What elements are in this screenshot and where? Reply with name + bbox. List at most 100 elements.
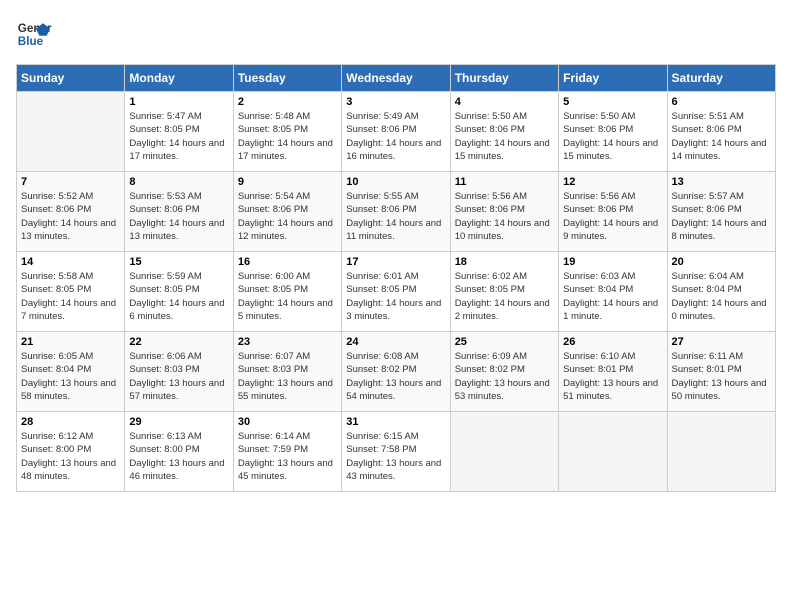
day-number: 14: [21, 256, 120, 268]
day-number: 21: [21, 336, 120, 348]
calendar-cell: [17, 92, 125, 172]
day-number: 30: [238, 416, 337, 428]
day-info: Sunrise: 6:10 AM Sunset: 8:01 PM Dayligh…: [563, 350, 662, 403]
day-info: Sunrise: 5:48 AM Sunset: 8:05 PM Dayligh…: [238, 110, 337, 163]
calendar-cell: 25 Sunrise: 6:09 AM Sunset: 8:02 PM Dayl…: [450, 332, 558, 412]
calendar-cell: 19 Sunrise: 6:03 AM Sunset: 8:04 PM Dayl…: [559, 252, 667, 332]
day-info: Sunrise: 6:13 AM Sunset: 8:00 PM Dayligh…: [129, 430, 228, 483]
day-number: 22: [129, 336, 228, 348]
day-info: Sunrise: 5:54 AM Sunset: 8:06 PM Dayligh…: [238, 190, 337, 243]
day-number: 4: [455, 96, 554, 108]
calendar-cell: 28 Sunrise: 6:12 AM Sunset: 8:00 PM Dayl…: [17, 412, 125, 492]
day-info: Sunrise: 5:50 AM Sunset: 8:06 PM Dayligh…: [455, 110, 554, 163]
day-number: 3: [346, 96, 445, 108]
calendar-cell: 7 Sunrise: 5:52 AM Sunset: 8:06 PM Dayli…: [17, 172, 125, 252]
logo: General Blue: [16, 16, 52, 52]
day-info: Sunrise: 5:49 AM Sunset: 8:06 PM Dayligh…: [346, 110, 445, 163]
day-info: Sunrise: 5:53 AM Sunset: 8:06 PM Dayligh…: [129, 190, 228, 243]
day-number: 5: [563, 96, 662, 108]
day-info: Sunrise: 6:04 AM Sunset: 8:04 PM Dayligh…: [672, 270, 771, 323]
day-info: Sunrise: 6:02 AM Sunset: 8:05 PM Dayligh…: [455, 270, 554, 323]
day-number: 19: [563, 256, 662, 268]
day-info: Sunrise: 6:07 AM Sunset: 8:03 PM Dayligh…: [238, 350, 337, 403]
calendar-cell: 23 Sunrise: 6:07 AM Sunset: 8:03 PM Dayl…: [233, 332, 341, 412]
svg-text:Blue: Blue: [18, 35, 44, 48]
day-number: 23: [238, 336, 337, 348]
day-info: Sunrise: 6:11 AM Sunset: 8:01 PM Dayligh…: [672, 350, 771, 403]
calendar-week-row: 28 Sunrise: 6:12 AM Sunset: 8:00 PM Dayl…: [17, 412, 776, 492]
day-info: Sunrise: 6:08 AM Sunset: 8:02 PM Dayligh…: [346, 350, 445, 403]
calendar-cell: [450, 412, 558, 492]
calendar-cell: 4 Sunrise: 5:50 AM Sunset: 8:06 PM Dayli…: [450, 92, 558, 172]
calendar-cell: 17 Sunrise: 6:01 AM Sunset: 8:05 PM Dayl…: [342, 252, 450, 332]
day-number: 17: [346, 256, 445, 268]
calendar-cell: 21 Sunrise: 6:05 AM Sunset: 8:04 PM Dayl…: [17, 332, 125, 412]
day-number: 2: [238, 96, 337, 108]
calendar-cell: 20 Sunrise: 6:04 AM Sunset: 8:04 PM Dayl…: [667, 252, 775, 332]
day-info: Sunrise: 5:58 AM Sunset: 8:05 PM Dayligh…: [21, 270, 120, 323]
day-header-friday: Friday: [559, 65, 667, 92]
day-info: Sunrise: 6:03 AM Sunset: 8:04 PM Dayligh…: [563, 270, 662, 323]
calendar-cell: 14 Sunrise: 5:58 AM Sunset: 8:05 PM Dayl…: [17, 252, 125, 332]
calendar-cell: 29 Sunrise: 6:13 AM Sunset: 8:00 PM Dayl…: [125, 412, 233, 492]
day-header-sunday: Sunday: [17, 65, 125, 92]
day-number: 28: [21, 416, 120, 428]
calendar-cell: 13 Sunrise: 5:57 AM Sunset: 8:06 PM Dayl…: [667, 172, 775, 252]
day-number: 27: [672, 336, 771, 348]
calendar-cell: 27 Sunrise: 6:11 AM Sunset: 8:01 PM Dayl…: [667, 332, 775, 412]
day-number: 26: [563, 336, 662, 348]
day-number: 6: [672, 96, 771, 108]
day-number: 15: [129, 256, 228, 268]
day-header-wednesday: Wednesday: [342, 65, 450, 92]
day-info: Sunrise: 5:52 AM Sunset: 8:06 PM Dayligh…: [21, 190, 120, 243]
calendar-cell: 1 Sunrise: 5:47 AM Sunset: 8:05 PM Dayli…: [125, 92, 233, 172]
calendar-week-row: 14 Sunrise: 5:58 AM Sunset: 8:05 PM Dayl…: [17, 252, 776, 332]
day-number: 31: [346, 416, 445, 428]
day-number: 13: [672, 176, 771, 188]
day-header-monday: Monday: [125, 65, 233, 92]
calendar-cell: 11 Sunrise: 5:56 AM Sunset: 8:06 PM Dayl…: [450, 172, 558, 252]
calendar-cell: 31 Sunrise: 6:15 AM Sunset: 7:58 PM Dayl…: [342, 412, 450, 492]
day-number: 16: [238, 256, 337, 268]
day-number: 24: [346, 336, 445, 348]
day-info: Sunrise: 5:50 AM Sunset: 8:06 PM Dayligh…: [563, 110, 662, 163]
day-number: 12: [563, 176, 662, 188]
calendar-week-row: 1 Sunrise: 5:47 AM Sunset: 8:05 PM Dayli…: [17, 92, 776, 172]
calendar-cell: [667, 412, 775, 492]
day-info: Sunrise: 6:05 AM Sunset: 8:04 PM Dayligh…: [21, 350, 120, 403]
calendar-week-row: 7 Sunrise: 5:52 AM Sunset: 8:06 PM Dayli…: [17, 172, 776, 252]
calendar-cell: 9 Sunrise: 5:54 AM Sunset: 8:06 PM Dayli…: [233, 172, 341, 252]
day-number: 7: [21, 176, 120, 188]
day-number: 11: [455, 176, 554, 188]
calendar-cell: 10 Sunrise: 5:55 AM Sunset: 8:06 PM Dayl…: [342, 172, 450, 252]
calendar-cell: 12 Sunrise: 5:56 AM Sunset: 8:06 PM Dayl…: [559, 172, 667, 252]
calendar-cell: 15 Sunrise: 5:59 AM Sunset: 8:05 PM Dayl…: [125, 252, 233, 332]
calendar-cell: 8 Sunrise: 5:53 AM Sunset: 8:06 PM Dayli…: [125, 172, 233, 252]
day-number: 25: [455, 336, 554, 348]
day-number: 29: [129, 416, 228, 428]
day-info: Sunrise: 5:59 AM Sunset: 8:05 PM Dayligh…: [129, 270, 228, 323]
day-number: 10: [346, 176, 445, 188]
calendar-cell: 16 Sunrise: 6:00 AM Sunset: 8:05 PM Dayl…: [233, 252, 341, 332]
logo-icon: General Blue: [16, 16, 52, 52]
day-header-thursday: Thursday: [450, 65, 558, 92]
calendar-cell: 30 Sunrise: 6:14 AM Sunset: 7:59 PM Dayl…: [233, 412, 341, 492]
calendar-header-row: SundayMondayTuesdayWednesdayThursdayFrid…: [17, 65, 776, 92]
day-info: Sunrise: 6:15 AM Sunset: 7:58 PM Dayligh…: [346, 430, 445, 483]
day-info: Sunrise: 6:09 AM Sunset: 8:02 PM Dayligh…: [455, 350, 554, 403]
calendar-cell: 22 Sunrise: 6:06 AM Sunset: 8:03 PM Dayl…: [125, 332, 233, 412]
day-info: Sunrise: 5:56 AM Sunset: 8:06 PM Dayligh…: [455, 190, 554, 243]
calendar-cell: 2 Sunrise: 5:48 AM Sunset: 8:05 PM Dayli…: [233, 92, 341, 172]
day-info: Sunrise: 5:57 AM Sunset: 8:06 PM Dayligh…: [672, 190, 771, 243]
day-header-saturday: Saturday: [667, 65, 775, 92]
day-info: Sunrise: 6:00 AM Sunset: 8:05 PM Dayligh…: [238, 270, 337, 323]
day-info: Sunrise: 5:51 AM Sunset: 8:06 PM Dayligh…: [672, 110, 771, 163]
day-number: 20: [672, 256, 771, 268]
day-number: 9: [238, 176, 337, 188]
day-info: Sunrise: 5:56 AM Sunset: 8:06 PM Dayligh…: [563, 190, 662, 243]
calendar-table: SundayMondayTuesdayWednesdayThursdayFrid…: [16, 64, 776, 492]
day-info: Sunrise: 5:55 AM Sunset: 8:06 PM Dayligh…: [346, 190, 445, 243]
day-info: Sunrise: 6:14 AM Sunset: 7:59 PM Dayligh…: [238, 430, 337, 483]
day-info: Sunrise: 5:47 AM Sunset: 8:05 PM Dayligh…: [129, 110, 228, 163]
calendar-cell: 18 Sunrise: 6:02 AM Sunset: 8:05 PM Dayl…: [450, 252, 558, 332]
